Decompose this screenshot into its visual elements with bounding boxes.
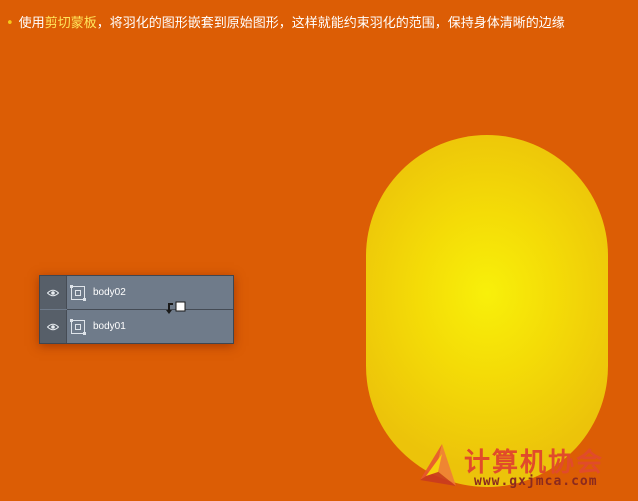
shape-layer-thumbnail-icon <box>70 284 86 301</box>
visibility-toggle[interactable] <box>40 276 67 309</box>
instruction-prefix: 使用 <box>18 16 45 31</box>
bullet: • <box>6 16 14 31</box>
eye-icon <box>47 323 59 331</box>
watermark-logo-icon <box>420 444 456 486</box>
watermark: 计算机协会 www.gxjmca.com <box>412 440 638 501</box>
watermark-url: www.gxjmca.com <box>474 474 598 489</box>
layers-panel: body02 body01 <box>39 275 234 344</box>
clipping-mask-cursor-icon <box>165 300 187 314</box>
layer-row-body01[interactable]: body01 <box>40 310 233 343</box>
layer-row-body02[interactable]: body02 <box>40 276 233 309</box>
instruction-highlight: 剪切蒙板 <box>44 16 97 31</box>
visibility-toggle[interactable] <box>40 310 67 343</box>
layer-name[interactable]: body01 <box>93 321 126 332</box>
yellow-capsule-shape <box>366 135 608 487</box>
layer-name[interactable]: body02 <box>93 287 126 298</box>
eye-icon <box>47 289 59 297</box>
instruction-suffix: ，将羽化的图形嵌套到原始图形，这样就能约束羽化的范围，保持身体清晰的边缘 <box>96 16 565 31</box>
shape-layer-thumbnail-icon <box>70 318 86 335</box>
instruction-text: • 使用剪切蒙板，将羽化的图形嵌套到原始图形，这样就能约束羽化的范围，保持身体清晰… <box>6 12 565 31</box>
